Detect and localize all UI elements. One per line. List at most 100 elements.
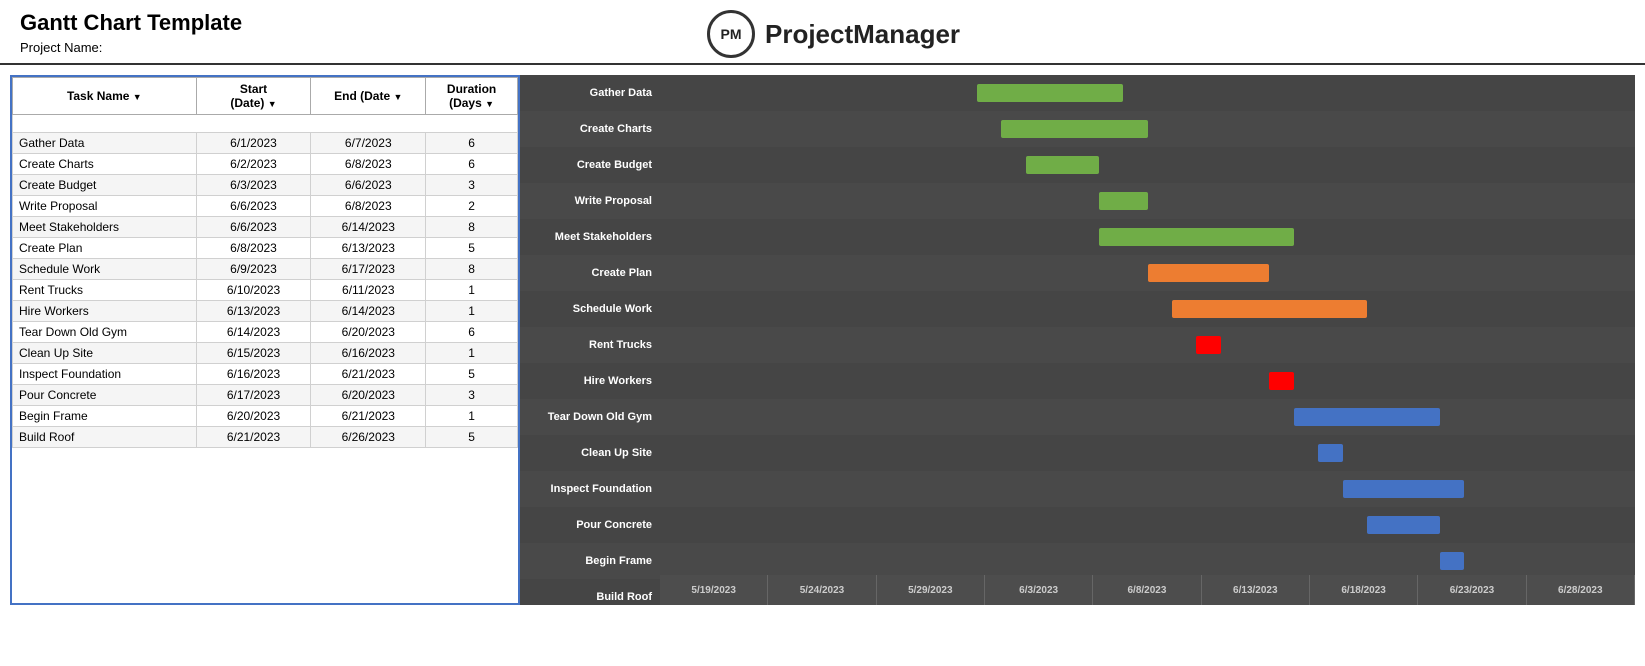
table-row: Tear Down Old Gym 6/14/2023 6/20/2023 6: [13, 322, 518, 343]
bar-area: [660, 327, 1635, 363]
task-duration: 6: [426, 133, 518, 154]
gantt-row: Write Proposal: [520, 183, 1635, 219]
task-duration: 5: [426, 427, 518, 448]
task-duration: 1: [426, 301, 518, 322]
gantt-task-label: Inspect Foundation: [520, 483, 660, 495]
task-name: Build Roof: [13, 427, 197, 448]
date-tick: 6/18/2023: [1310, 575, 1418, 605]
gantt-row: Pour Concrete: [520, 507, 1635, 543]
bar-area: [660, 291, 1635, 327]
task-duration: 5: [426, 238, 518, 259]
task-start: 6/10/2023: [196, 280, 311, 301]
task-duration: 3: [426, 175, 518, 196]
task-name: Create Charts: [13, 154, 197, 175]
task-start: 6/13/2023: [196, 301, 311, 322]
gantt-bar: [1099, 228, 1294, 246]
task-name: Create Plan: [13, 238, 197, 259]
task-start: 6/14/2023: [196, 322, 311, 343]
task-start: 6/1/2023: [196, 133, 311, 154]
task-duration: 1: [426, 280, 518, 301]
th-task: Task Name ▼: [13, 78, 197, 115]
task-end: 6/14/2023: [311, 217, 426, 238]
gantt-bar: [1026, 156, 1099, 174]
task-name: Tear Down Old Gym: [13, 322, 197, 343]
task-name: Schedule Work: [13, 259, 197, 280]
gantt-bar: [1148, 264, 1270, 282]
task-start: 6/15/2023: [196, 343, 311, 364]
task-end: 6/21/2023: [311, 364, 426, 385]
gantt-row: Clean Up Site: [520, 435, 1635, 471]
gantt-task-label: Tear Down Old Gym: [520, 411, 660, 423]
main-content: Task Name ▼ Start(Date) ▼ End (Date ▼ Du…: [0, 65, 1645, 605]
gantt-bar: [1099, 192, 1148, 210]
table-row: Write Proposal 6/6/2023 6/8/2023 2: [13, 196, 518, 217]
task-duration: 1: [426, 406, 518, 427]
task-name: Inspect Foundation: [13, 364, 197, 385]
bar-area: [660, 111, 1635, 147]
table-row: Rent Trucks 6/10/2023 6/11/2023 1: [13, 280, 518, 301]
date-tick: 6/8/2023: [1093, 575, 1201, 605]
gantt-task-label: Create Budget: [520, 159, 660, 171]
task-end: 6/13/2023: [311, 238, 426, 259]
task-name: Hire Workers: [13, 301, 197, 322]
gantt-bar: [1343, 480, 1465, 498]
bar-area: [660, 507, 1635, 543]
gantt-bar: [977, 84, 1123, 102]
th-end: End (Date ▼: [311, 78, 426, 115]
gantt-task-label: Pour Concrete: [520, 519, 660, 531]
gantt-row: Meet Stakeholders: [520, 219, 1635, 255]
task-end: 6/11/2023: [311, 280, 426, 301]
date-tick: 6/23/2023: [1418, 575, 1526, 605]
bar-area: [660, 219, 1635, 255]
task-start: 6/20/2023: [196, 406, 311, 427]
task-end: 6/17/2023: [311, 259, 426, 280]
page-header: Gantt Chart Template Project Name: PM Pr…: [0, 0, 1645, 65]
task-end: 6/6/2023: [311, 175, 426, 196]
gantt-task-label: Gather Data: [520, 87, 660, 99]
gantt-bar: [1001, 120, 1147, 138]
task-start: 6/6/2023: [196, 196, 311, 217]
gantt-task-label: Hire Workers: [520, 375, 660, 387]
task-end: 6/16/2023: [311, 343, 426, 364]
gantt-rows: Gather Data Create Charts Create Budget Wri…: [520, 75, 1635, 575]
gantt-bar: [1318, 444, 1342, 462]
date-tick: 5/29/2023: [877, 575, 985, 605]
project-name-label: Project Name:: [20, 40, 242, 55]
gantt-row: Rent Trucks: [520, 327, 1635, 363]
task-end: 6/7/2023: [311, 133, 426, 154]
gantt-task-label: Write Proposal: [520, 195, 660, 207]
task-end: 6/14/2023: [311, 301, 426, 322]
gantt-row: Begin Frame: [520, 543, 1635, 579]
chart-inner: Gather Data Create Charts Create Budget Wri…: [520, 75, 1635, 605]
table-row: Schedule Work 6/9/2023 6/17/2023 8: [13, 259, 518, 280]
date-axis: 5/19/20235/24/20235/29/20236/3/20236/8/2…: [660, 575, 1635, 605]
table-row: Inspect Foundation 6/16/2023 6/21/2023 5: [13, 364, 518, 385]
table-row: Gather Data 6/1/2023 6/7/2023 6: [13, 133, 518, 154]
task-name: Begin Frame: [13, 406, 197, 427]
task-name: Gather Data: [13, 133, 197, 154]
gantt-row: Schedule Work: [520, 291, 1635, 327]
gantt-task-label: Create Charts: [520, 123, 660, 135]
task-name: Pour Concrete: [13, 385, 197, 406]
gantt-task-label: Build Roof: [520, 591, 660, 603]
task-end: 6/20/2023: [311, 322, 426, 343]
date-tick: 6/13/2023: [1202, 575, 1310, 605]
task-start: 6/17/2023: [196, 385, 311, 406]
gantt-task-label: Clean Up Site: [520, 447, 660, 459]
gantt-bar: [1172, 300, 1367, 318]
header-left: Gantt Chart Template Project Name:: [20, 10, 242, 55]
task-start: 6/8/2023: [196, 238, 311, 259]
task-duration: 3: [426, 385, 518, 406]
task-end: 6/21/2023: [311, 406, 426, 427]
gantt-bar: [1294, 408, 1440, 426]
task-start: 6/21/2023: [196, 427, 311, 448]
gantt-bar: [1367, 516, 1440, 534]
task-start: 6/2/2023: [196, 154, 311, 175]
table-row: Pour Concrete 6/17/2023 6/20/2023 3: [13, 385, 518, 406]
date-tick: 5/19/2023: [660, 575, 768, 605]
bar-area: [660, 399, 1635, 435]
bar-area: [660, 147, 1635, 183]
table-row: Meet Stakeholders 6/6/2023 6/14/2023 8: [13, 217, 518, 238]
gantt-row: Gather Data: [520, 75, 1635, 111]
gantt-task-label: Rent Trucks: [520, 339, 660, 351]
